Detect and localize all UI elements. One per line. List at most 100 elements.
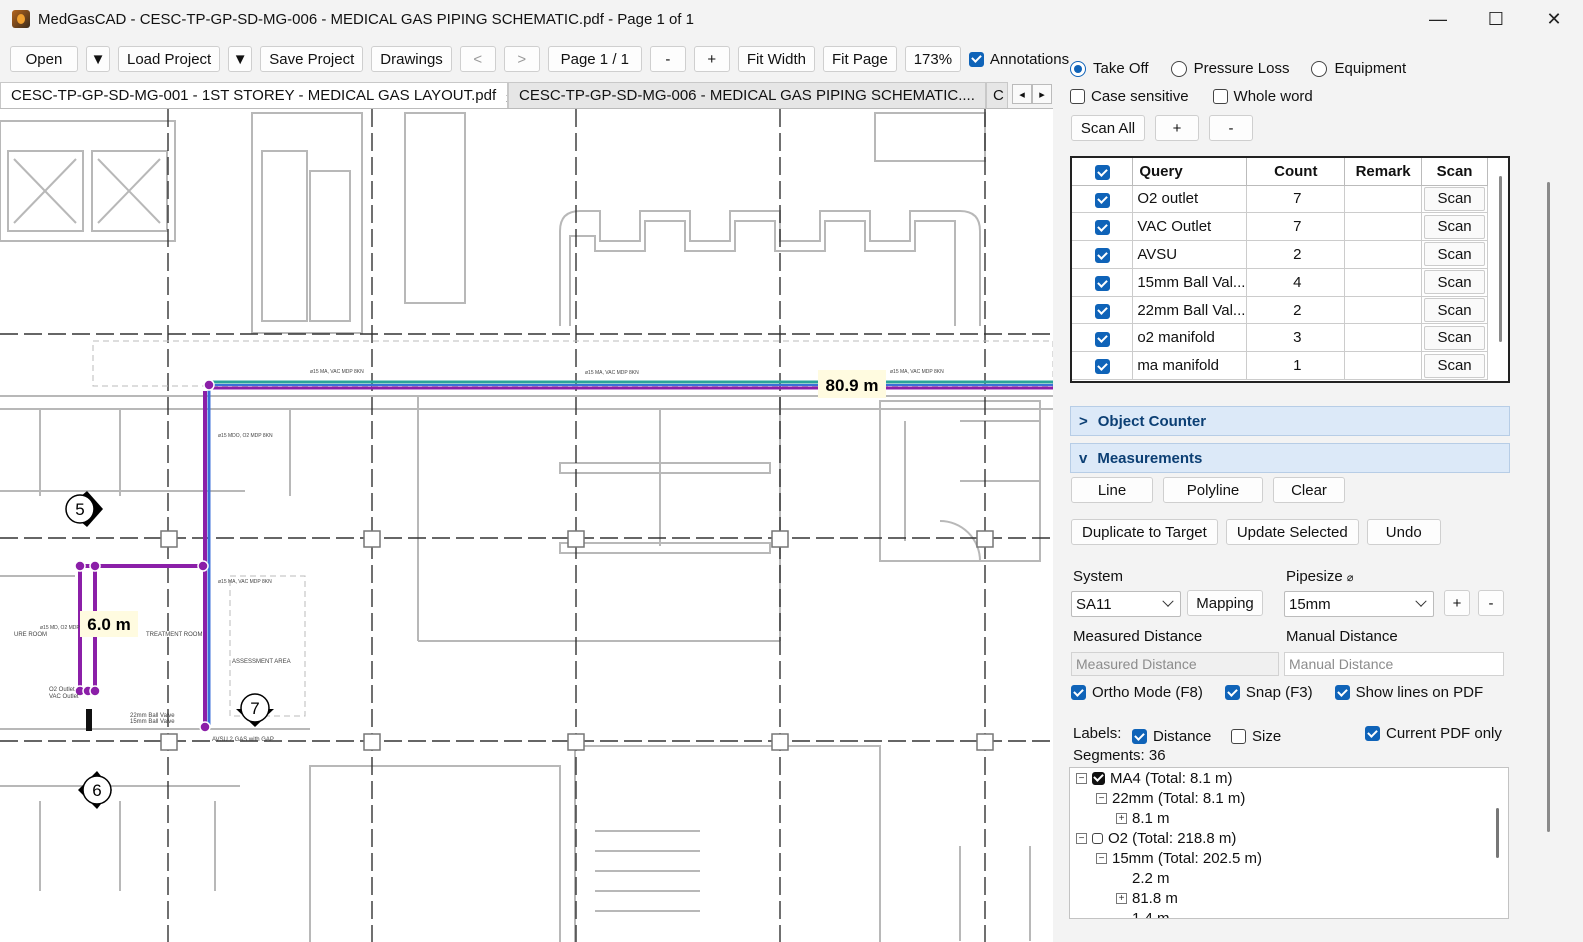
system-select[interactable]: SA11 [1071,591,1181,617]
clear-button[interactable]: Clear [1273,477,1345,503]
update-selected-button[interactable]: Update Selected [1225,519,1359,545]
collapse-node-icon[interactable]: − [1076,772,1087,784]
ortho-mode-toggle[interactable]: Ortho Mode (F8) [1071,684,1203,701]
segments-tree[interactable]: − MA4 (Total: 8.1 m) − 22mm (Total: 8.1 … [1069,767,1509,919]
polyline-button[interactable]: Polyline [1163,477,1263,503]
tree-node-segment[interactable]: 1.4 m [1132,908,1170,919]
pdf-canvas[interactable]: ø15 MA, VAC MDP 8KN ø15 MA, VAC MDP 8KN … [0,108,1053,942]
pipesize-select[interactable]: 15mm [1284,591,1434,617]
page-indicator[interactable]: Page 1 / 1 [547,46,642,72]
select-all-checkbox[interactable] [1094,165,1110,180]
case-sensitive-checkbox[interactable] [1070,89,1085,104]
drawings-button[interactable]: Drawings [371,46,452,72]
table-row[interactable]: o2 manifold 3 Scan [1072,323,1488,353]
scan-row-button[interactable]: Scan [1424,214,1485,239]
radio-take-off-dot[interactable] [1070,60,1086,77]
collapse-node-icon[interactable]: − [1096,792,1107,804]
radio-take-off[interactable]: Take Off [1070,60,1149,77]
save-project-button[interactable]: Save Project [260,46,364,72]
table-row[interactable]: O2 outlet 7 Scan [1072,185,1488,214]
current-pdf-checkbox[interactable] [1365,726,1380,741]
table-row[interactable]: AVSU 2 Scan [1072,240,1488,269]
size-checkbox[interactable] [1231,729,1246,744]
fit-page-button[interactable]: Fit Page [823,46,897,72]
row-checkbox-cell[interactable] [1072,351,1134,381]
tab-scroll-left-icon[interactable]: ◂ [1012,84,1032,104]
query-cell[interactable]: 22mm Ball Val... [1132,296,1248,325]
close-button[interactable]: ✕ [1525,0,1583,38]
tree-node-segment[interactable]: + 81.8 m [1116,888,1178,908]
table-row[interactable]: ma manifold 1 Scan [1072,351,1488,381]
scan-row-button[interactable]: Scan [1424,186,1485,211]
zoom-out-button[interactable]: - [649,46,686,72]
load-project-dropdown-button[interactable]: ▼ [228,46,253,72]
tree-node-segment[interactable]: 2.2 m [1132,868,1170,888]
whole-word-toggle[interactable]: Whole word [1212,88,1313,105]
query-cell[interactable]: AVSU [1132,240,1248,269]
show-lines-checkbox[interactable] [1334,685,1350,700]
remark-cell[interactable] [1344,323,1423,353]
remark-cell[interactable] [1344,351,1423,381]
query-header[interactable]: Query [1132,158,1248,186]
row-checkbox-cell[interactable] [1072,296,1134,325]
query-cell[interactable]: O2 outlet [1132,185,1248,214]
open-button[interactable]: Open [10,46,78,72]
remove-query-button[interactable]: - [1209,115,1253,141]
minimize-button[interactable]: — [1409,0,1467,38]
expand-node-icon[interactable]: + [1116,812,1127,824]
tree-node-ma4-segment[interactable]: + 8.1 m [1116,808,1170,828]
radio-equipment-dot[interactable] [1311,60,1328,77]
remark-cell[interactable] [1344,212,1423,242]
line-button[interactable]: Line [1071,477,1153,503]
size-label-toggle[interactable]: Size [1231,728,1281,745]
zoom-in-button[interactable]: + [693,46,730,72]
open-dropdown-button[interactable]: ▼ [86,46,110,72]
expand-node-icon[interactable]: + [1116,892,1127,904]
scan-row-button[interactable]: Scan [1424,325,1485,350]
distance-label-toggle[interactable]: Distance [1132,728,1211,745]
zoom-level[interactable]: 173% [904,46,961,72]
remark-header[interactable]: Remark [1344,158,1423,186]
scan-row-button[interactable]: Scan [1424,298,1485,323]
row-checkbox[interactable] [1094,331,1110,347]
fit-width-button[interactable]: Fit Width [737,46,815,72]
row-checkbox-cell[interactable] [1072,268,1134,297]
scan-row-button[interactable]: Scan [1424,242,1485,267]
tree-scrollbar[interactable] [1496,808,1499,858]
annotations-checkbox[interactable] [968,51,984,67]
case-sensitive-toggle[interactable]: Case sensitive [1070,88,1189,105]
undo-button[interactable]: Undo [1366,519,1441,545]
scan-row-button[interactable]: Scan [1424,270,1485,295]
row-checkbox-cell[interactable] [1072,323,1134,353]
tree-node-o2[interactable]: − O2 (Total: 218.8 m) [1076,828,1236,848]
tab-scroll-right-icon[interactable]: ▸ [1032,84,1052,104]
tree-node-o2-15mm[interactable]: − 15mm (Total: 202.5 m) [1096,848,1262,868]
tree-node-checkbox[interactable] [1092,832,1103,844]
current-pdf-toggle[interactable]: Current PDF only [1365,725,1502,742]
snap-checkbox[interactable] [1224,685,1240,700]
manual-distance-input[interactable]: Manual Distance [1284,652,1504,676]
prev-page-button[interactable]: < [459,46,496,72]
snap-toggle[interactable]: Snap (F3) [1224,684,1313,701]
row-checkbox[interactable] [1094,303,1110,319]
show-lines-toggle[interactable]: Show lines on PDF [1334,684,1483,701]
query-cell[interactable]: ma manifold [1132,351,1248,381]
collapse-node-icon[interactable]: − [1076,832,1087,844]
scan-row-button[interactable]: Scan [1424,353,1485,378]
table-scrollbar[interactable] [1499,176,1502,342]
scan-header[interactable]: Scan [1421,158,1488,186]
remark-cell[interactable] [1344,268,1423,297]
table-row[interactable]: 22mm Ball Val... 2 Scan [1072,296,1488,325]
pipesize-remove-button[interactable]: - [1478,590,1504,616]
remark-cell[interactable] [1344,240,1423,269]
query-cell[interactable]: VAC Outlet [1132,212,1248,242]
collapse-node-icon[interactable]: − [1096,852,1107,864]
object-counter-section[interactable]: > Object Counter [1070,406,1510,436]
row-checkbox[interactable] [1094,192,1110,208]
row-checkbox-cell[interactable] [1072,212,1134,242]
tab-schematic-pdf[interactable]: CESC-TP-GP-SD-MG-006 - MEDICAL GAS PIPIN… [508,82,986,108]
row-checkbox[interactable] [1094,276,1110,292]
row-checkbox[interactable] [1094,248,1110,264]
row-checkbox-cell[interactable] [1072,185,1134,214]
tab-overflow[interactable]: C [986,82,1008,108]
